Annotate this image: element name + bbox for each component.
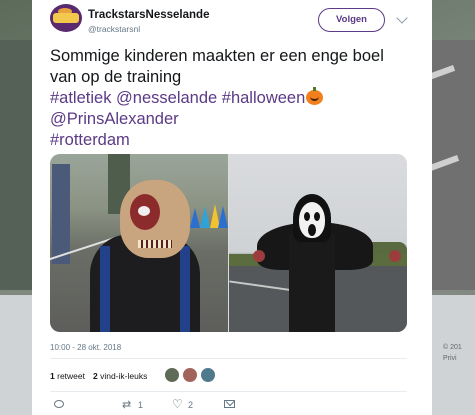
photo-zombie-mask[interactable] [50,154,228,332]
tweet-card: TrackstarsNesselande @trackstarsnl Volge… [32,0,432,415]
avatar-logo-text [53,13,79,23]
tweet-text-line: Sommige kinderen maakten er een enge boe… [50,47,384,65]
photo-cones [190,204,228,228]
photo-mask-teeth [138,240,172,248]
divider [50,358,407,359]
background-copyright: © 201 Privi [443,344,462,362]
like-stat-label: vind-ik-leuks [100,371,148,381]
retweet-count: 1 [138,400,144,410]
tweet-stats: 1 retweet 2 vind-ik-leuks [50,371,147,381]
liker-avatar[interactable] [164,367,180,383]
photo-hand [253,250,265,262]
tweet-text-line: van op de training [50,68,182,86]
tweet-text-line: @PrinsAlexander [50,109,420,130]
author-display-name[interactable]: TrackstarsNesselande [88,9,209,21]
tweet-actions: ⇄ 1 ♡ 2 [50,397,410,413]
hashtag-links[interactable]: #atletiek @nesselande #halloween [50,89,305,107]
heart-icon: ♡ [172,397,183,411]
retweet-icon: ⇄ [122,399,132,411]
tweet-media [50,154,407,332]
photo-hand [389,250,401,262]
chevron-down-icon[interactable] [396,12,408,24]
photo-backpack-straps [100,246,190,332]
liker-avatar[interactable] [200,367,216,383]
hashtag-link[interactable]: #rotterdam [50,131,130,149]
retweet-stat-label: retweet [57,371,85,381]
divider [50,391,407,392]
tweet-text: Sommige kinderen maakten er een enge boe… [50,46,420,151]
like-stat-count: 2 [92,371,98,381]
like-stat[interactable]: 2 vind-ik-leuks [93,371,147,381]
cone [218,206,228,228]
reply-icon [54,400,64,408]
liker-avatar[interactable] [182,367,198,383]
photo-mask-eye [138,206,150,216]
tweet-timestamp[interactable]: 10:00 - 28 okt. 2018 [50,343,121,352]
background-left-image [0,40,32,290]
tweet-text-line: #atletiek @nesselande #halloween [50,87,420,109]
like-count: 2 [188,400,194,410]
mail-icon [224,400,235,408]
retweet-stat[interactable]: 1 retweet [50,371,85,381]
photo-background-person [52,164,70,264]
follow-button[interactable]: Volgen [318,8,385,32]
pumpkin-emoji-icon [306,87,324,105]
avatar[interactable] [50,4,82,32]
photo-mask-eye [314,212,320,221]
cone [200,206,210,228]
tweet-text-line: #rotterdam [50,130,420,151]
photo-body [289,234,335,332]
cone [190,208,200,228]
photo-mask-eye [304,212,310,221]
author-handle[interactable]: @trackstarsnl [88,24,140,34]
retweet-stat-count: 1 [50,371,55,381]
photo-ghostface-mask[interactable] [229,154,407,332]
mention-link[interactable]: @PrinsAlexander [50,110,179,128]
photo-mask-mouth [308,224,316,236]
